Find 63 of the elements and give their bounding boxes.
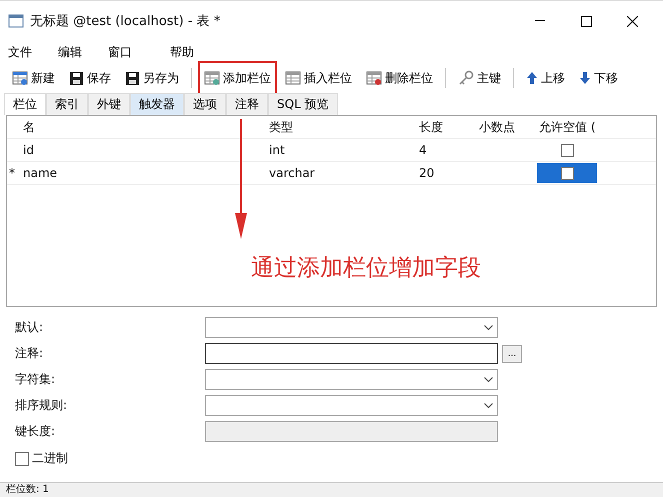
column-header: 长度 (418, 119, 444, 136)
toolbar-button[interactable]: 上移 (520, 65, 571, 91)
toolbar-button[interactable]: 插入栏位 (279, 65, 358, 91)
table-cell-text: 20 (418, 165, 436, 182)
checkbox[interactable] (560, 166, 574, 180)
annotation-text: 通过添加栏位增加字段 (251, 254, 481, 283)
field-label: 字符集: (15, 371, 56, 388)
column-header: 类型 (268, 119, 294, 136)
toolbar-button[interactable]: 下移 (573, 65, 624, 91)
field-label: 默认: (15, 319, 44, 336)
checkbox[interactable] (15, 452, 29, 466)
input-field[interactable] (205, 343, 498, 364)
up-arrow-icon (526, 71, 538, 85)
dropdown[interactable] (205, 369, 498, 390)
table-icon (285, 70, 301, 86)
table-cell-text: name (22, 165, 58, 182)
tab[interactable]: 索引 (46, 93, 88, 115)
toolbar-button[interactable]: 删除栏位 (360, 65, 439, 91)
menu-item[interactable]: 帮助 (170, 44, 220, 60)
table-cell-text: varchar (268, 165, 316, 182)
field-label: 排序规则: (15, 397, 68, 414)
chevron-down-icon (484, 402, 493, 408)
minimize-icon (535, 20, 545, 22)
down-arrow-icon (579, 71, 591, 85)
tab[interactable]: SQL 预览 (268, 93, 338, 115)
tab[interactable]: 外键 (88, 93, 130, 115)
tab[interactable]: 注释 (226, 93, 268, 115)
column-header: 名 (22, 119, 36, 136)
toolbar-button[interactable]: 另存为 (119, 65, 185, 91)
table-cell-text: 4 (418, 142, 428, 159)
row-marker: * (8, 165, 16, 182)
field-label: 键长度: (15, 423, 56, 440)
field-label: 注释: (15, 345, 44, 362)
menu-item[interactable]: 文件 (8, 44, 58, 60)
table-cell-text: id (22, 142, 35, 159)
dropdown[interactable] (205, 395, 498, 416)
table-icon (366, 70, 382, 86)
key-icon (458, 70, 474, 86)
table-icon (8, 14, 24, 28)
tab[interactable]: 触发器 (130, 93, 184, 115)
maximize-icon (580, 16, 592, 26)
dropdown[interactable] (205, 317, 498, 338)
chevron-down-icon (484, 324, 493, 330)
window-title: 无标题 @test (localhost) - 表 * (30, 13, 220, 30)
toolbar-button[interactable]: 新建 (6, 65, 61, 91)
table-cell[interactable] (537, 163, 597, 183)
tab[interactable]: 栏位 (4, 93, 46, 115)
menu-item[interactable]: 窗口 (108, 44, 170, 60)
column-header: 允许空值 ( (538, 119, 596, 136)
toolbar-button[interactable]: 保存 (63, 65, 117, 91)
table-cell-text: int (268, 142, 286, 159)
tab[interactable]: 选项 (184, 93, 226, 115)
menu-item[interactable]: 编辑 (58, 44, 108, 60)
column-header: 小数点 (478, 119, 516, 136)
checkbox-label: 二进制 (32, 450, 68, 467)
checkbox[interactable] (560, 144, 574, 156)
close-icon (626, 16, 638, 26)
table-icon (204, 70, 220, 86)
status-text: 栏位数: 1 (0, 482, 663, 497)
chevron-down-icon (484, 376, 493, 382)
toolbar-button[interactable]: 主键 (452, 65, 507, 91)
browse-button[interactable]: ... (502, 344, 522, 362)
table-icon (12, 70, 28, 86)
